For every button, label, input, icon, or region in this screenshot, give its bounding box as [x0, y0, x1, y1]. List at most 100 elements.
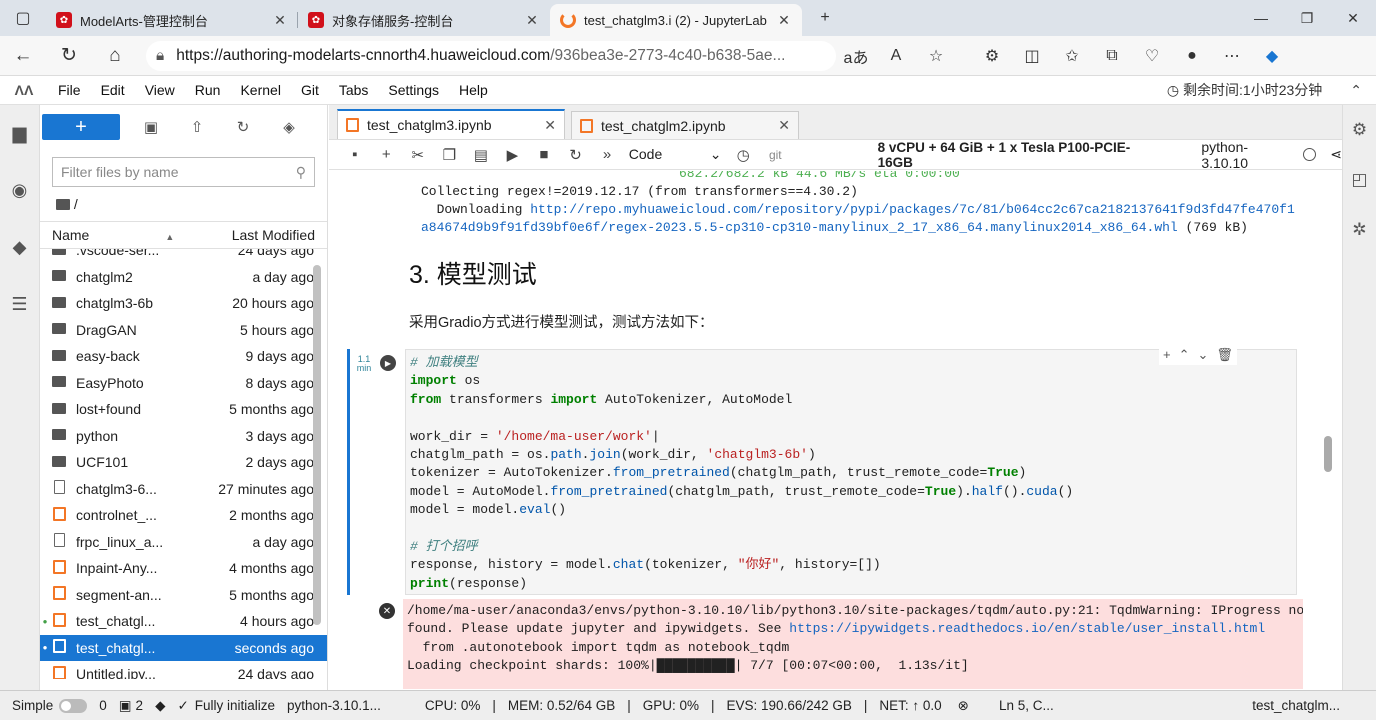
file-row[interactable]: frpc_linux_a... a day ago	[40, 529, 327, 556]
file-row[interactable]: ● test_chatgl... 4 hours ago	[40, 608, 327, 635]
fast-forward-icon[interactable]: »	[591, 146, 623, 163]
file-row[interactable]: lost+found 5 months ago	[40, 396, 327, 423]
file-row[interactable]: controlnet_... 2 months ago	[40, 502, 327, 529]
minimize-icon[interactable]: —	[1238, 0, 1284, 36]
url-bar[interactable]: 🔒︎ https://authoring-modelarts-cnnorth4.…	[146, 40, 836, 71]
running-icon[interactable]: ◉	[0, 162, 39, 219]
move-up-icon[interactable]: ⌃	[1179, 347, 1190, 363]
split-icon[interactable]: ◫	[1012, 46, 1052, 66]
cell-type-select[interactable]: Code ⌄	[629, 146, 728, 163]
toc-icon[interactable]: ☰	[0, 276, 39, 333]
add-cell-icon[interactable]: +	[1163, 347, 1171, 363]
notebook-scrollbar[interactable]	[1324, 436, 1332, 472]
run-cell-icon[interactable]: ▶	[380, 355, 396, 371]
close-window-icon[interactable]: ✕	[1330, 0, 1376, 36]
close-icon[interactable]: ✕	[778, 117, 790, 134]
home-icon[interactable]: ⌂	[92, 36, 138, 76]
cut-icon[interactable]: ✂	[402, 146, 434, 164]
stop-icon[interactable]: ■	[528, 146, 560, 163]
breadcrumb[interactable]: /	[40, 187, 327, 221]
more-icon[interactable]: ⋯	[1212, 46, 1252, 66]
restore-icon[interactable]: ❐	[1284, 0, 1330, 36]
resource-monitor-icon[interactable]: ◰	[1343, 155, 1376, 205]
upload-icon[interactable]: ⇧	[174, 118, 220, 136]
property-inspector-icon[interactable]: ⚙	[1343, 105, 1376, 155]
doc-tab-chatglm2[interactable]: test_chatglm2.ipynb ✕	[571, 111, 799, 139]
filter-input[interactable]: Filter files by name ⚲	[52, 157, 315, 187]
file-row[interactable]: Untitled.ipy... 24 days ago	[40, 661, 327, 679]
close-icon[interactable]: ✕	[776, 12, 792, 29]
copilot-icon[interactable]: ◆	[1252, 46, 1292, 66]
menu-kernel[interactable]: Kernel	[230, 82, 290, 98]
new-folder-icon[interactable]: ▣	[128, 118, 174, 136]
file-row[interactable]: chatglm3-6b 20 hours ago	[40, 290, 327, 317]
menu-git[interactable]: Git	[291, 82, 329, 98]
browser-tab-jupyter[interactable]: test_chatglm3.i (2) - JupyterLab ✕	[550, 4, 802, 36]
notebook-trust-icon[interactable]: ⊗	[958, 698, 969, 714]
profile-icon[interactable]: ●	[1172, 47, 1212, 65]
col-modified[interactable]: Last Modified	[180, 227, 327, 243]
git-clone-icon[interactable]: ◈	[266, 118, 312, 136]
git-icon[interactable]: ◆	[0, 219, 39, 276]
menu-help[interactable]: Help	[449, 82, 498, 98]
close-icon[interactable]: ✕	[544, 117, 556, 134]
menu-edit[interactable]: Edit	[91, 82, 135, 98]
refresh-icon[interactable]: ↻	[220, 118, 266, 136]
file-row[interactable]: python 3 days ago	[40, 423, 327, 450]
file-row[interactable]: chatglm3-6... 27 minutes ago	[40, 476, 327, 503]
reload-icon[interactable]: ↻	[46, 36, 92, 76]
simple-mode-toggle[interactable]	[59, 698, 88, 713]
file-row[interactable]: chatglm2 a day ago	[40, 264, 327, 291]
file-row[interactable]: .vscode-ser... 24 days ago	[40, 249, 327, 264]
read-aloud-icon[interactable]: aあ	[836, 44, 876, 68]
extensions-icon[interactable]: ⚙	[972, 46, 1012, 66]
favorite-icon[interactable]: ☆	[916, 46, 956, 66]
doc-tab-chatglm3[interactable]: test_chatglm3.ipynb ✕	[337, 109, 565, 139]
code-editor[interactable]: # 加载模型 import os from transformers impor…	[405, 349, 1297, 595]
favorites-icon[interactable]: ✩	[1052, 46, 1092, 66]
tab-actions-icon[interactable]: ▢	[0, 0, 46, 36]
font-icon[interactable]: A	[876, 47, 916, 65]
health-icon[interactable]: ♡	[1132, 46, 1172, 66]
close-icon[interactable]: ✕	[272, 12, 288, 29]
menu-tabs[interactable]: Tabs	[329, 82, 379, 98]
file-row[interactable]: ● test_chatgl... seconds ago	[40, 634, 327, 661]
history-icon[interactable]: ◷	[727, 146, 759, 164]
move-down-icon[interactable]: ⌄	[1198, 347, 1209, 363]
code-cell[interactable]: 1.1 min ▶ # 加载模型 import os from transform…	[347, 349, 1299, 595]
new-launcher-button[interactable]: +	[42, 114, 120, 140]
col-name[interactable]: Name ▲	[40, 227, 180, 243]
error-link[interactable]: https://ipywidgets.readthedocs.io/en/sta…	[789, 621, 1265, 636]
back-icon[interactable]: ←	[0, 36, 46, 76]
folder-icon[interactable]: ▆	[0, 105, 39, 162]
file-row[interactable]: segment-an... 5 months ago	[40, 582, 327, 609]
menu-settings[interactable]: Settings	[378, 82, 449, 98]
chevron-up-icon[interactable]: ⌃	[1350, 82, 1362, 99]
output-link[interactable]: http://repo.myhuaweicloud.com/repository…	[530, 202, 1295, 217]
close-icon[interactable]: ✕	[524, 12, 540, 29]
git-diff-button[interactable]: git	[769, 148, 782, 162]
copy-icon[interactable]: ❐	[434, 146, 466, 164]
collections-icon[interactable]: ⧉	[1092, 47, 1132, 65]
kernel-status[interactable]: python-3.10.1...	[287, 698, 381, 713]
file-row[interactable]: UCF101 2 days ago	[40, 449, 327, 476]
debugger-icon[interactable]: ✲	[1343, 205, 1376, 255]
output-link[interactable]: a84674d9b9f91fd39bf0e6f/regex-2023.5.5-c…	[421, 220, 1178, 235]
restart-icon[interactable]: ↻	[560, 146, 592, 164]
git-status-icon[interactable]: ◆	[155, 698, 165, 714]
scrollbar[interactable]	[313, 265, 321, 625]
menu-file[interactable]: File	[48, 82, 91, 98]
new-tab-icon[interactable]: +	[802, 0, 848, 36]
share-icon[interactable]: ⋖	[1330, 146, 1342, 163]
breadcrumb-root[interactable]: /	[74, 196, 78, 212]
file-row[interactable]: EasyPhoto 8 days ago	[40, 370, 327, 397]
file-row[interactable]: DragGAN 5 hours ago	[40, 317, 327, 344]
clear-output-icon[interactable]: ✕	[379, 603, 395, 619]
menu-run[interactable]: Run	[185, 82, 231, 98]
paste-icon[interactable]: ▤	[465, 146, 497, 164]
menu-view[interactable]: View	[135, 82, 185, 98]
save-icon[interactable]: ▪	[339, 146, 371, 163]
browser-tab-obs[interactable]: ✿ 对象存储服务-控制台 ✕	[298, 4, 550, 36]
lsp-status[interactable]: Fully initialize	[195, 698, 275, 713]
file-row[interactable]: easy-back 9 days ago	[40, 343, 327, 370]
